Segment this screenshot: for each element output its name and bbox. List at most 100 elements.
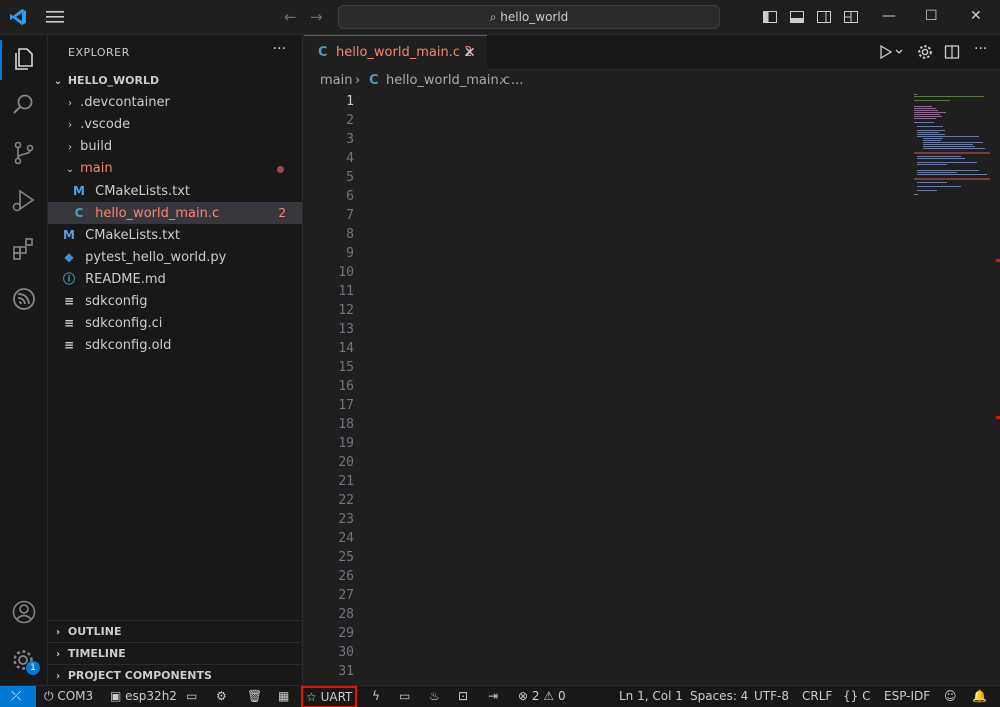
breadcrumb-folder[interactable]: main: [320, 70, 352, 92]
tree-item-vscode[interactable]: › .vscode: [48, 114, 302, 136]
tree-item-main-cmakelists[interactable]: M CMakeLists.txt: [48, 180, 302, 202]
explorer-icon[interactable]: [10, 45, 38, 73]
breadcrumb-tail[interactable]: ...: [511, 70, 523, 92]
tab-hello-world-main[interactable]: C hello_world_main.c 2 ✕: [304, 35, 487, 70]
build-flame-icon[interactable]: ♨: [429, 686, 440, 707]
remote-indicator[interactable]: ⤫: [0, 686, 36, 707]
extensions-icon[interactable]: [10, 235, 38, 263]
command-center-search[interactable]: ⌕ hello_world: [338, 5, 720, 29]
status-bar: ⤫ ⏻ COM3 ▣ esp32h2 ▭ ⚙ 🗑 ▦ ☆ UART ϟ ▭ ♨ …: [0, 685, 1000, 707]
cursor-position[interactable]: Ln 1, Col 1: [619, 686, 683, 707]
monitor-icon[interactable]: ▭: [399, 686, 410, 707]
split-editor-icon[interactable]: [944, 44, 960, 60]
line-number: 13: [338, 322, 354, 337]
tree-item-label: sdkconfig.ci: [85, 316, 163, 331]
tree-item-label: sdkconfig.old: [85, 338, 172, 353]
gear-icon[interactable]: ⚙: [216, 686, 227, 707]
maximize-icon[interactable]: ☐: [925, 8, 938, 24]
title-bar: ← → ⌕ hello_world — ☐ ✕: [0, 0, 1000, 35]
workspace-root[interactable]: ⌄ HELLO_WORLD: [48, 70, 302, 92]
source-control-icon[interactable]: [10, 139, 38, 167]
line-number: 27: [338, 588, 354, 603]
back-arrow-icon[interactable]: ←: [284, 8, 297, 26]
menu-icon[interactable]: [46, 9, 64, 25]
close-icon[interactable]: ✕: [464, 36, 476, 70]
forward-arrow-icon[interactable]: →: [310, 8, 323, 26]
serial-port-label: COM3: [57, 689, 94, 703]
command-center-label: hello_world: [500, 10, 569, 24]
tree-item-build[interactable]: › build: [48, 136, 302, 158]
outline-panel-header[interactable]: › OUTLINE: [48, 620, 302, 642]
minimize-icon[interactable]: —: [882, 8, 896, 24]
build-flash-monitor-icon[interactable]: ⇥: [488, 686, 498, 707]
tree-item-sdkconfig[interactable]: ≡ sdkconfig: [48, 290, 302, 312]
tree-item-cmakelists[interactable]: M CMakeLists.txt: [48, 224, 302, 246]
framework-item[interactable]: ESP-IDF: [884, 686, 930, 707]
line-number: 30: [338, 645, 354, 660]
end-of-line[interactable]: CRLF: [802, 686, 832, 707]
accounts-icon[interactable]: [10, 598, 38, 626]
problems-count-badge: 2: [278, 206, 286, 220]
active-indicator: [0, 40, 2, 80]
outline-label: OUTLINE: [67, 625, 122, 638]
tree-item-sdkconfig-old[interactable]: ≡ sdkconfig.old: [48, 334, 302, 356]
more-actions-icon[interactable]: ···: [273, 41, 286, 57]
project-components-panel-header[interactable]: › PROJECT COMPONENTS: [48, 664, 302, 686]
uart-label: UART: [320, 690, 353, 704]
espressif-icon[interactable]: [10, 285, 38, 313]
indentation[interactable]: Spaces: 4: [690, 686, 748, 707]
problems-item[interactable]: ⊗ 2 ⚠ 0: [518, 686, 566, 707]
chevron-right-icon: ›: [68, 142, 72, 153]
tree-item-label: main: [80, 161, 113, 176]
toggle-panel-icon[interactable]: [789, 9, 805, 25]
close-window-icon[interactable]: ✕: [970, 8, 982, 24]
folder-icon[interactable]: ▭: [186, 686, 197, 707]
trash-icon[interactable]: 🗑: [247, 686, 262, 707]
line-number: 1: [346, 94, 354, 109]
cpu-icon[interactable]: ▦: [278, 686, 289, 707]
flash-method-uart-item[interactable]: ☆ UART: [301, 686, 357, 707]
flash-lightning-icon[interactable]: ϟ: [372, 686, 380, 707]
run-debug-dropdown-icon[interactable]: [878, 44, 904, 60]
text-file-icon: ≡: [63, 294, 75, 308]
tree-item-pytest[interactable]: ◆ pytest_hello_world.py: [48, 246, 302, 268]
encoding[interactable]: UTF-8: [754, 686, 789, 707]
breadcrumb: main › C hello_world_main.c › ...: [304, 70, 1000, 92]
more-actions-icon[interactable]: ···: [974, 41, 990, 57]
tree-item-readme[interactable]: ⓘ README.md: [48, 268, 302, 290]
tree-item-main[interactable]: ⌄ main: [48, 158, 302, 180]
chevron-right-icon: ›: [68, 98, 72, 109]
c-file-icon: C: [369, 73, 379, 88]
toggle-secondary-sidebar-icon[interactable]: [816, 9, 832, 25]
line-number: 22: [338, 493, 354, 508]
language-mode[interactable]: {} C: [843, 686, 871, 707]
bell-icon[interactable]: 🔔: [972, 686, 987, 707]
run-and-debug-icon[interactable]: [10, 187, 38, 215]
customize-layout-icon[interactable]: [843, 9, 859, 25]
code-editor[interactable]: 1 2 3 4 5 6 7 8 9 10 11 12 13 14 15 16 1…: [304, 92, 1000, 685]
toggle-primary-sidebar-icon[interactable]: [762, 9, 778, 25]
target-item[interactable]: ▣ esp32h2: [110, 686, 177, 707]
tree-item-devcontainer[interactable]: › .devcontainer: [48, 92, 302, 114]
chevron-right-icon: ›: [355, 73, 361, 88]
line-number: 18: [338, 417, 354, 432]
line-number: 11: [338, 284, 354, 299]
line-number: 21: [338, 474, 354, 489]
minimap[interactable]: [914, 92, 994, 212]
tree-item-hello-world-main[interactable]: C hello_world_main.c 2: [48, 202, 302, 224]
search-icon[interactable]: [10, 91, 38, 119]
gear-icon[interactable]: [917, 44, 933, 60]
line-number: 7: [346, 208, 354, 223]
serial-port-item[interactable]: ⏻ COM3: [44, 686, 93, 707]
breadcrumb-file[interactable]: hello_world_main.c: [386, 70, 510, 92]
c-file-icon: C: [74, 206, 84, 220]
tree-item-sdkconfig-ci[interactable]: ≡ sdkconfig.ci: [48, 312, 302, 334]
line-number: 19: [338, 436, 354, 451]
line-number: 17: [338, 398, 354, 413]
language-label: C: [862, 689, 871, 703]
timeline-panel-header[interactable]: › TIMELINE: [48, 642, 302, 664]
terminal-icon[interactable]: ⊡: [458, 686, 468, 707]
tree-item-label: build: [80, 139, 113, 154]
line-number: 12: [338, 303, 354, 318]
feedback-icon[interactable]: ☺: [944, 686, 957, 707]
